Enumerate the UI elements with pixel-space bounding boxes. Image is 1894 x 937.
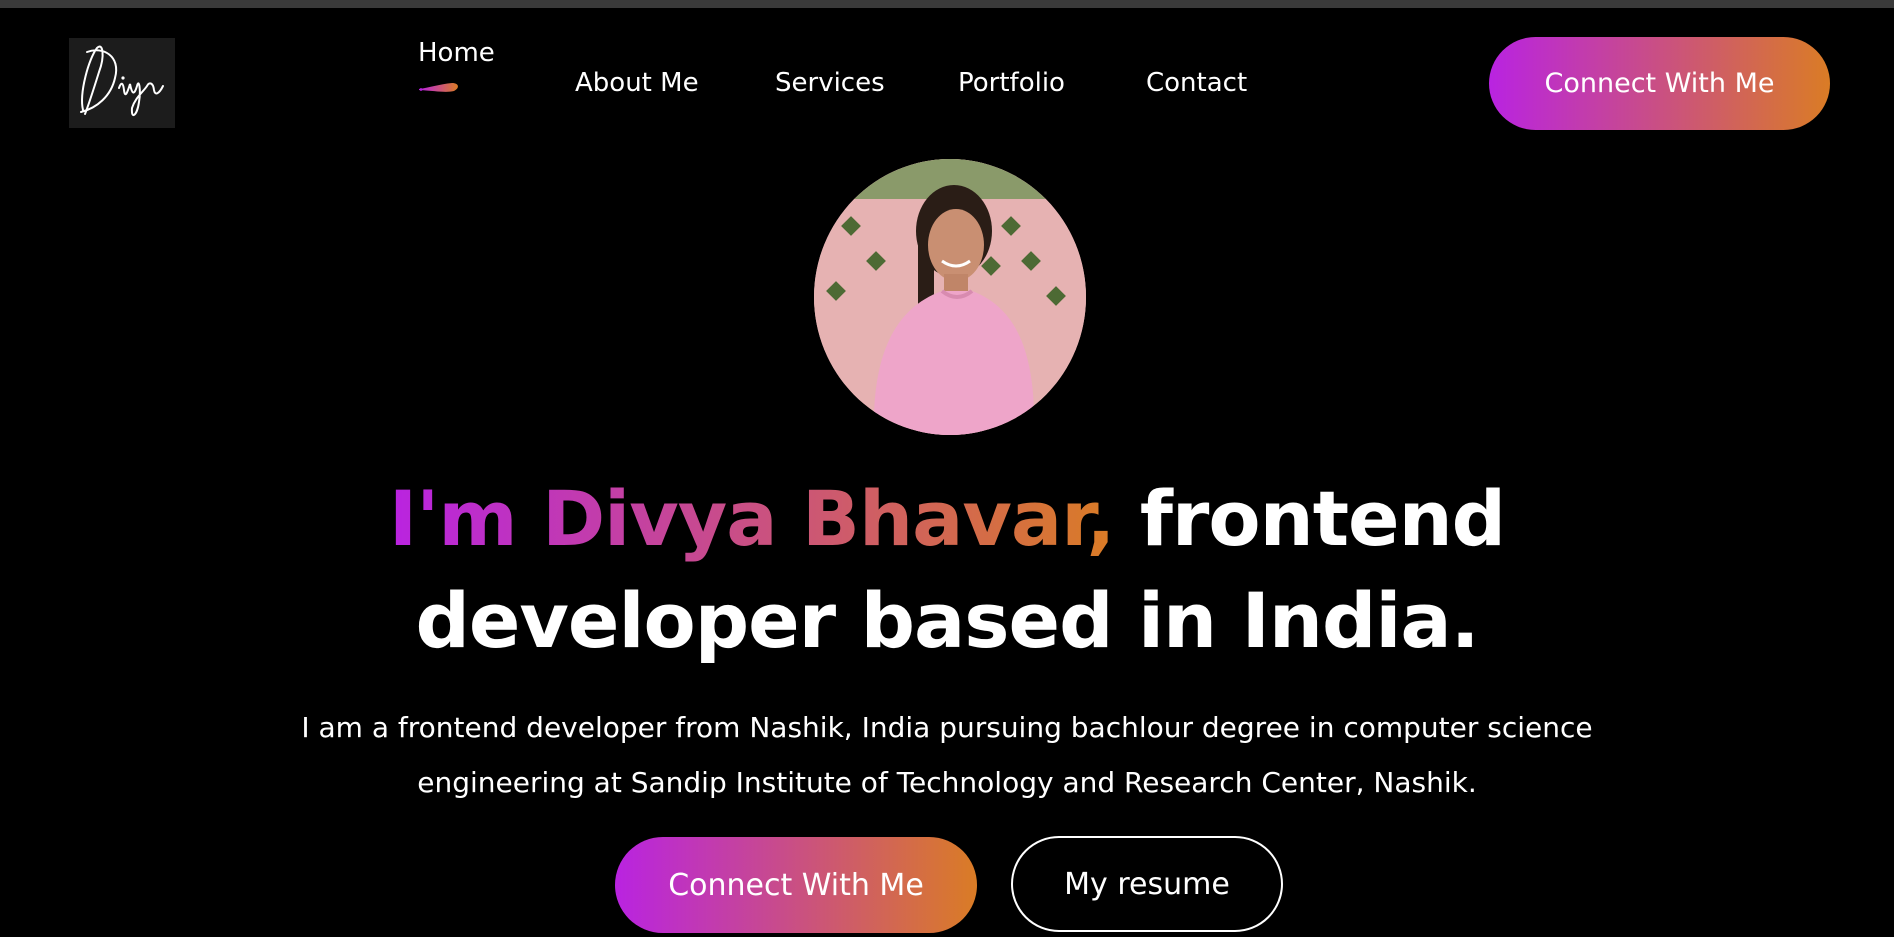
hero-headline: I'm Divya Bhavar, frontend developer bas… <box>0 468 1894 672</box>
nav-item-contact[interactable]: Contact <box>1146 68 1247 98</box>
bio-line-1: I am a frontend developer from Nashik, I… <box>301 711 1593 744</box>
resume-button[interactable]: My resume <box>1011 836 1283 932</box>
hero-bio: I am a frontend developer from Nashik, I… <box>250 700 1644 810</box>
nav-item-portfolio[interactable]: Portfolio <box>958 68 1065 98</box>
nav-item-home[interactable]: Home <box>418 38 495 68</box>
headline-line-2: developer based in India. <box>415 576 1479 665</box>
main-nav: Home About Me Services Portfolio Contact… <box>0 0 1894 160</box>
headline-line-1: I'm Divya Bhavar, frontend <box>0 468 1894 570</box>
headline-name: I'm Divya Bhavar, <box>388 474 1115 563</box>
hero-connect-button[interactable]: Connect With Me <box>615 837 977 933</box>
page: Home About Me Services Portfolio Contact… <box>0 0 1894 937</box>
brush-stroke-icon <box>418 80 460 94</box>
nav-item-services[interactable]: Services <box>775 68 885 98</box>
bio-line-2: engineering at Sandip Institute of Techn… <box>417 766 1477 799</box>
nav-item-about[interactable]: About Me <box>575 68 699 98</box>
nav-connect-button[interactable]: Connect With Me <box>1489 37 1830 130</box>
headline-role: frontend <box>1114 474 1506 563</box>
profile-photo <box>814 159 1086 435</box>
